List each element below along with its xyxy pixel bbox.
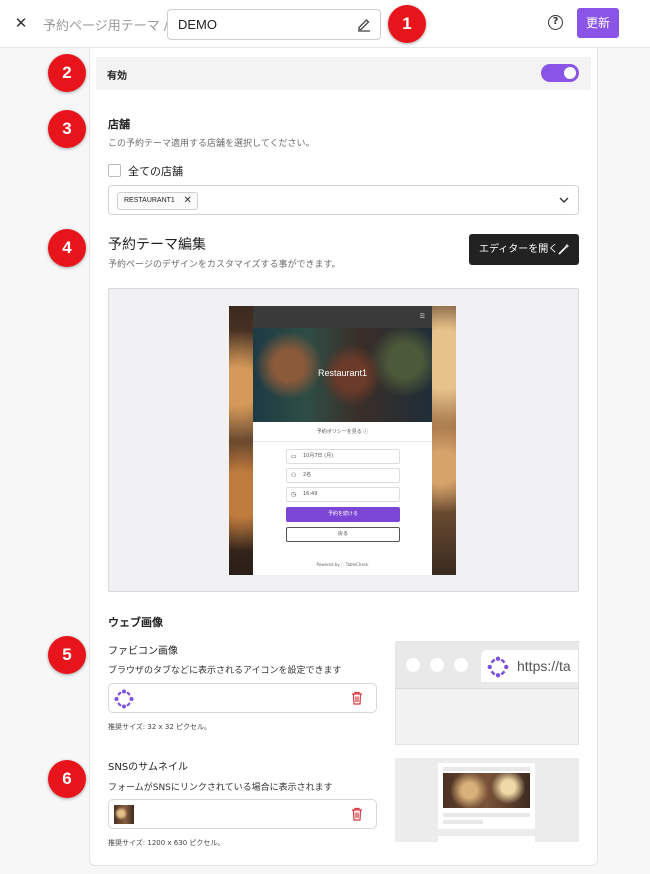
theme-edit-description: 予約ページのデザインをカスタマイズする事ができます。 [108, 260, 341, 270]
help-icon[interactable]: ? [548, 15, 563, 30]
callout-badge-2: 2 [48, 54, 86, 92]
sns-title: SNSのサムネイル [108, 762, 188, 773]
pencil-icon[interactable] [356, 16, 372, 32]
all-stores-checkbox[interactable] [108, 164, 121, 177]
enabled-label: 有効 [107, 71, 127, 82]
sns-card-preview [438, 763, 535, 829]
preview-back-button: 戻る [286, 527, 400, 542]
chevron-down-icon[interactable] [559, 195, 569, 205]
powered-by-text: Powered by [316, 562, 340, 567]
favicon-thumbnail-icon [114, 689, 134, 709]
divider [253, 441, 432, 442]
people-icon: ⚇ [291, 472, 297, 479]
placeholder-line [443, 820, 483, 824]
close-icon[interactable]: ✕ [12, 14, 30, 32]
sns-upload-field[interactable] [108, 799, 377, 829]
preview-policy-link: 予約ポリシーを見る ⓘ [316, 429, 369, 435]
background-image-left [229, 306, 253, 575]
background-image-right [432, 306, 456, 575]
brand-text: TableCheck [345, 562, 369, 567]
favicon-title: ファビコン画像 [108, 646, 178, 657]
remove-chip-icon[interactable]: ✕ [183, 193, 191, 209]
all-stores-label: 全ての店舗 [128, 165, 183, 178]
browser-bar: https://ta [396, 642, 578, 689]
favicon-description: ブラウザのタブなどに表示されるアイコンを設定できます [108, 666, 342, 676]
preview-date-value: 10月7日 (月) [303, 453, 334, 459]
preview-time-field: ◷ 16:49 [286, 487, 400, 502]
favicon-hint: 推奨サイズ: 32 x 32 ピクセル。 [108, 723, 212, 731]
theme-edit-title: 予約テーマ編集 [108, 237, 206, 253]
placeholder-line [443, 767, 530, 771]
preview-continue-button: 予約を続ける [286, 507, 400, 522]
theme-name-input[interactable]: DEMO [167, 9, 381, 40]
calendar-icon: ▭ [291, 453, 297, 460]
store-select[interactable]: RESTAURANT1 ✕ [108, 185, 579, 215]
preview-powered-by: Powered by ◌ TableCheck [253, 562, 432, 567]
favicon-upload-field[interactable] [108, 683, 377, 713]
sns-card-image [443, 773, 530, 808]
preview-party-field: ⚇ 2名 [286, 468, 400, 483]
window-dot [406, 658, 420, 672]
preview-restaurant-name: Restaurant1 [317, 368, 368, 378]
callout-badge-5: 5 [48, 636, 86, 674]
sns-thumbnail-image [114, 805, 134, 824]
preview-time-value: 16:49 [303, 491, 318, 497]
store-chip-label: RESTAURANT1 [124, 197, 175, 204]
theme-name-value: DEMO [178, 17, 217, 32]
placeholder-line [443, 813, 530, 817]
favicon-browser-preview: https://ta [395, 641, 579, 745]
menu-icon: ☰ [419, 313, 425, 320]
breadcrumb: 予約ページ用テーマ / [43, 19, 169, 34]
browser-tab: https://ta [481, 650, 578, 682]
window-dot [430, 658, 444, 672]
sns-preview [395, 758, 579, 842]
magic-wand-icon [558, 243, 570, 255]
web-images-title: ウェブ画像 [108, 616, 163, 629]
enabled-toggle[interactable] [541, 64, 579, 82]
window-dot [454, 658, 468, 672]
browser-url: https://ta [517, 658, 571, 674]
store-description: この予約テーマ適用する店舗を選択してください。 [108, 139, 315, 149]
delete-favicon-icon[interactable] [351, 691, 363, 705]
favicon-preview-icon [487, 656, 509, 678]
store-title: 店舗 [108, 118, 130, 131]
preview-party-value: 2名 [303, 472, 312, 478]
top-bar: ✕ 予約ページ用テーマ / DEMO ? 更新 [0, 0, 650, 48]
preview-hero-image: Restaurant1 [253, 328, 432, 422]
preview-navbar: ☰ [253, 306, 432, 328]
sns-description: フォームがSNSにリンクされている場合に表示されます [108, 783, 333, 793]
enabled-row: 有効 [96, 57, 591, 90]
theme-preview: ☰ Restaurant1 予約ポリシーを見る ⓘ ▭ 10月7日 (月) ⚇ … [229, 306, 456, 575]
update-button[interactable]: 更新 [577, 8, 619, 38]
sns-hint: 推奨サイズ: 1200 x 630 ピクセル。 [108, 839, 225, 847]
preview-date-field: ▭ 10月7日 (月) [286, 449, 400, 464]
delete-sns-icon[interactable] [351, 807, 363, 821]
callout-badge-1: 1 [388, 5, 426, 43]
preview-page: ☰ Restaurant1 予約ポリシーを見る ⓘ ▭ 10月7日 (月) ⚇ … [253, 306, 432, 575]
sns-card-preview-next [438, 836, 535, 842]
store-chip: RESTAURANT1 ✕ [117, 192, 198, 210]
callout-badge-4: 4 [48, 229, 86, 267]
callout-badge-6: 6 [48, 760, 86, 798]
open-editor-button[interactable]: エディターを開く [469, 234, 579, 265]
callout-badge-3: 3 [48, 110, 86, 148]
clock-icon: ◷ [291, 491, 297, 498]
open-editor-label: エディターを開く [479, 244, 559, 255]
